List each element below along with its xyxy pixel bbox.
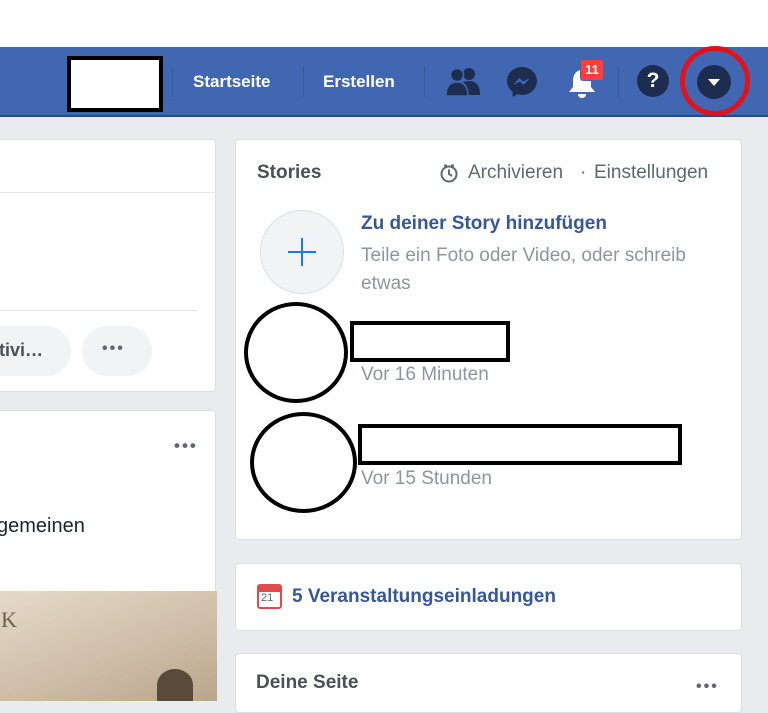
nav-divider [303, 67, 304, 97]
add-story-button[interactable] [260, 210, 344, 294]
page-options-icon[interactable]: ••• [696, 678, 719, 696]
stories-card: Stories Archivieren · Einstellungen Zu d… [235, 139, 742, 540]
more-options-button[interactable]: ••• [82, 326, 152, 376]
nav-divider [172, 67, 173, 97]
story-time: Vor 16 Minuten [361, 364, 489, 385]
photo-letter: K [1, 607, 17, 632]
top-navbar: Startseite Erstellen 11 ? [0, 47, 768, 117]
redacted-search-box [67, 56, 163, 112]
post-options-icon[interactable]: ••• [174, 436, 198, 456]
friend-requests-icon[interactable] [446, 65, 480, 97]
add-story-description: Teile ein Foto oder Video, oder schreib … [361, 245, 686, 294]
calendar-icon: 21 [257, 584, 282, 609]
archive-link[interactable]: Archivieren [468, 162, 563, 184]
highlight-circle [680, 46, 750, 116]
post-photo[interactable]: K [0, 591, 217, 701]
divider [0, 310, 197, 311]
story-avatar [244, 302, 348, 403]
composer-option-chip[interactable]: tivi… [0, 326, 71, 376]
redacted-story-name [350, 321, 510, 362]
create-link[interactable]: Erstellen [323, 71, 395, 93]
add-story-title[interactable]: Zu deiner Story hinzufügen [361, 213, 607, 235]
chip-label: tivi… [0, 340, 44, 360]
more-dots-icon: ••• [102, 340, 125, 357]
stories-title: Stories [257, 162, 322, 183]
notification-count-badge: 11 [580, 59, 604, 81]
settings-link[interactable]: Einstellungen [594, 162, 708, 184]
events-card[interactable]: 21 5 Veranstaltungseinladungen [235, 563, 742, 631]
help-icon[interactable]: ? [637, 65, 669, 97]
home-link[interactable]: Startseite [193, 71, 270, 93]
clock-icon [440, 164, 458, 183]
nav-divider [618, 67, 619, 97]
story-time: Vor 15 Stunden [361, 468, 492, 489]
news-feed-post: ••• gemeinen K [0, 410, 217, 701]
messenger-icon[interactable] [505, 65, 539, 99]
top-white-strip [0, 0, 768, 47]
calendar-day: 21 [261, 592, 274, 604]
photo-figure [157, 669, 193, 701]
redacted-story-name [358, 424, 682, 465]
divider [0, 192, 217, 193]
composer-card: tivi… ••• [0, 139, 217, 392]
post-text: gemeinen [0, 515, 85, 537]
event-invitations-link[interactable]: 5 Veranstaltungseinladungen [292, 586, 556, 608]
your-page-title: Deine Seite [256, 672, 359, 693]
your-page-card: Deine Seite ••• [235, 653, 742, 713]
story-avatar [250, 412, 357, 513]
link-separator: · [580, 162, 587, 183]
nav-divider [424, 67, 425, 97]
